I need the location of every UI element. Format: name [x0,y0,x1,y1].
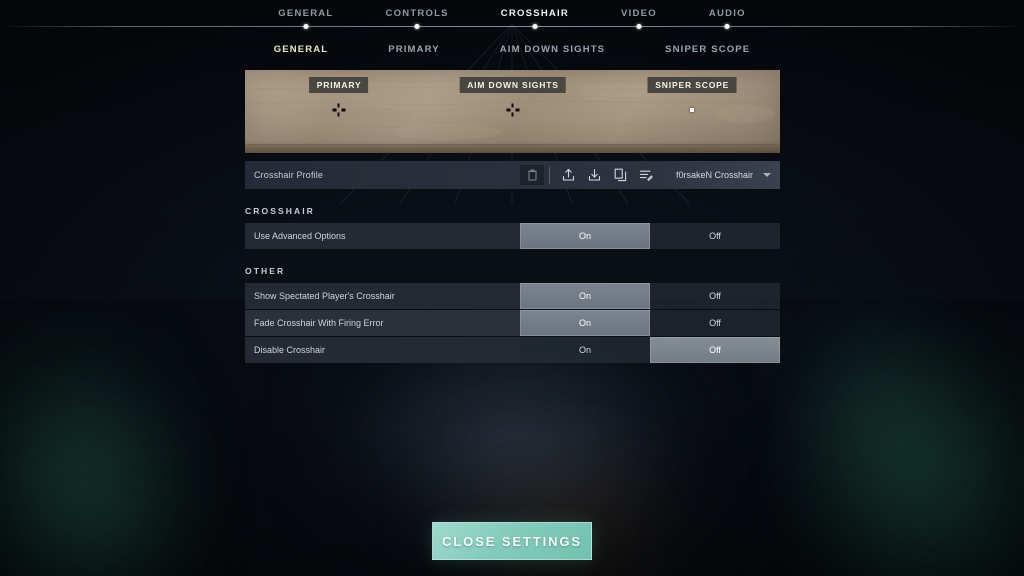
nav-dot-4 [724,24,730,29]
nav-dot-markers [0,22,1024,31]
subnav-tab-sniper-scope[interactable]: SNIPER SCOPE [635,44,780,55]
nav-dot-3 [636,24,642,29]
crosshair-profile-label-cell: Crosshair Profile [245,161,520,189]
section-title-crosshair: CROSSHAIR [245,206,315,216]
preview-crosshair-dot [689,108,694,112]
toggle-off-disable-crosshair[interactable]: Off [650,337,780,363]
setting-row-use-advanced-options: Use Advanced Options On Off [245,223,780,249]
nav-tab-audio[interactable]: AUDIO [683,8,772,19]
nav-dot-2 [532,24,538,29]
preview-crosshair-cross [506,103,519,117]
toggle-on-disable-crosshair[interactable]: On [520,337,650,363]
setting-label-cell: Show Spectated Player's Crosshair [245,283,520,309]
nav-tab-video[interactable]: VIDEO [595,8,683,19]
setting-label-cell: Fade Crosshair With Firing Error [245,310,520,336]
toggle-on-use-advanced-options[interactable]: On [520,223,650,249]
setting-label-fade-crosshair-with-firing-error: Fade Crosshair With Firing Error [254,318,384,328]
setting-row-show-spectated-player-s-crosshair: Show Spectated Player's Crosshair On Off [245,283,780,309]
crosshair-profile-dropdown[interactable]: f0rsakeN Crosshair [665,161,780,189]
nav-tab-general[interactable]: GENERAL [252,8,359,19]
subnav-tab-aim-down-sights[interactable]: AIM DOWN SIGHTS [470,44,635,55]
secondary-nav: GENERAL PRIMARY AIM DOWN SIGHTS SNIPER SCOP… [0,40,1024,58]
delete-icon[interactable] [520,165,544,185]
preview-badge-sniper-scope: SNIPER SCOPE [647,77,737,93]
preview-crosshair-cross [332,103,346,117]
nav-dot-1 [414,24,420,29]
toggle-on-fade-crosshair-with-firing-error[interactable]: On [520,310,650,336]
crosshair-profile-value: f0rsakeN Crosshair [676,170,754,180]
icon-separator [549,166,550,184]
nav-tab-crosshair[interactable]: CROSSHAIR [475,8,595,19]
close-settings-label: CLOSE SETTINGS [441,533,582,549]
nav-tab-controls[interactable]: CONTROLS [359,8,474,19]
subnav-tab-general[interactable]: GENERAL [244,44,359,55]
export-icon[interactable] [581,161,607,189]
chevron-down-icon [763,173,771,177]
crosshair-preview: PRIMARY AIM DOWN SIGHTS SNIPER SCOPE [245,70,780,153]
toggle-off-show-spectated-player-s-crosshair[interactable]: Off [650,283,780,309]
toggle-off-fade-crosshair-with-firing-error[interactable]: Off [650,310,780,336]
section-title-other: OTHER [245,266,286,276]
copy-icon[interactable] [607,161,633,189]
settings-screen: GENERAL CONTROLS CROSSHAIR VIDEO AUDIO GENER… [0,0,1024,576]
close-settings-button[interactable]: CLOSE SETTINGS [432,522,592,560]
setting-label-cell: Use Advanced Options [245,223,520,249]
toggle-on-show-spectated-player-s-crosshair[interactable]: On [520,283,650,309]
preview-badge-primary: PRIMARY [308,77,369,93]
toggle-off-use-advanced-options[interactable]: Off [650,223,780,249]
setting-label-show-spectated-player-s-crosshair: Show Spectated Player's Crosshair [254,291,395,301]
crosshair-profile-row: Crosshair Profile f0rsakeN Crosshair [245,161,780,189]
rename-icon[interactable] [633,161,659,189]
setting-label-cell: Disable Crosshair [245,337,520,363]
crosshair-profile-label: Crosshair Profile [254,170,324,180]
setting-row-disable-crosshair: Disable Crosshair On Off [245,337,780,363]
profile-icon-strip [520,161,665,189]
setting-label-use-advanced-options: Use Advanced Options [254,231,346,241]
subnav-tab-primary[interactable]: PRIMARY [358,44,470,55]
nav-dot-0 [303,24,309,29]
setting-row-fade-crosshair-with-firing-error: Fade Crosshair With Firing Error On Off [245,310,780,336]
preview-badge-aim-down-sights: AIM DOWN SIGHTS [459,77,566,93]
import-icon[interactable] [555,161,581,189]
settings-content: PRIMARY AIM DOWN SIGHTS SNIPER SCOPE Cross… [245,70,780,364]
setting-label-disable-crosshair: Disable Crosshair [254,345,326,355]
